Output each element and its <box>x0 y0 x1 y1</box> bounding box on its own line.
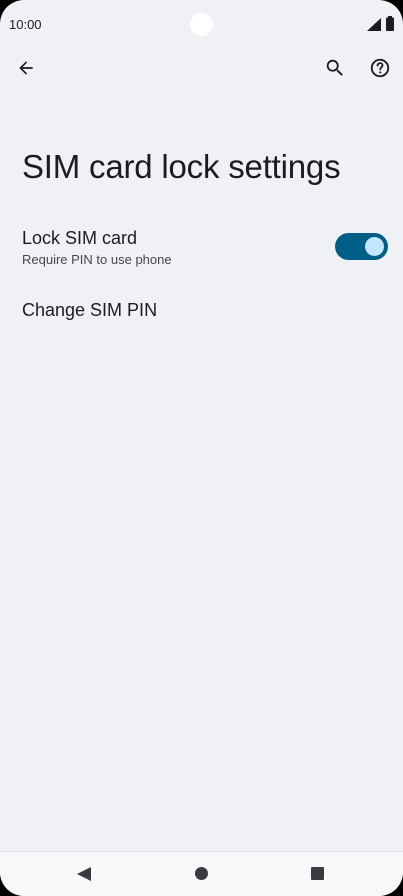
lock-sim-card-row[interactable]: Lock SIM card Require PIN to use phone <box>0 220 403 276</box>
help-button[interactable] <box>364 52 396 84</box>
nav-home-icon[interactable] <box>195 867 208 880</box>
change-sim-pin-row[interactable]: Change SIM PIN <box>0 290 403 332</box>
change-sim-pin-label: Change SIM PIN <box>22 300 158 320</box>
lock-sim-card-title: Lock SIM card <box>22 228 138 248</box>
search-icon <box>326 59 343 76</box>
signal-icon <box>367 18 381 31</box>
toggle-thumb <box>365 237 384 256</box>
arrow-left-icon <box>19 61 33 75</box>
search-button[interactable] <box>319 52 351 84</box>
screen: 10:00 SIM card lock settings Lock SIM ca… <box>0 0 403 896</box>
nav-back-icon[interactable] <box>76 866 92 882</box>
page-title: SIM card lock settings <box>22 148 341 185</box>
camera-cutout <box>190 13 213 36</box>
status-time: 10:00 <box>9 17 42 32</box>
battery-icon <box>386 16 394 31</box>
navigation-bar <box>0 851 403 896</box>
lock-sim-card-toggle[interactable] <box>335 233 388 260</box>
lock-sim-card-summary: Require PIN to use phone <box>22 252 172 267</box>
back-button[interactable] <box>10 52 42 84</box>
nav-recents-icon[interactable] <box>311 867 324 880</box>
status-bar: 10:00 <box>0 0 403 48</box>
help-circle-icon <box>370 58 390 78</box>
